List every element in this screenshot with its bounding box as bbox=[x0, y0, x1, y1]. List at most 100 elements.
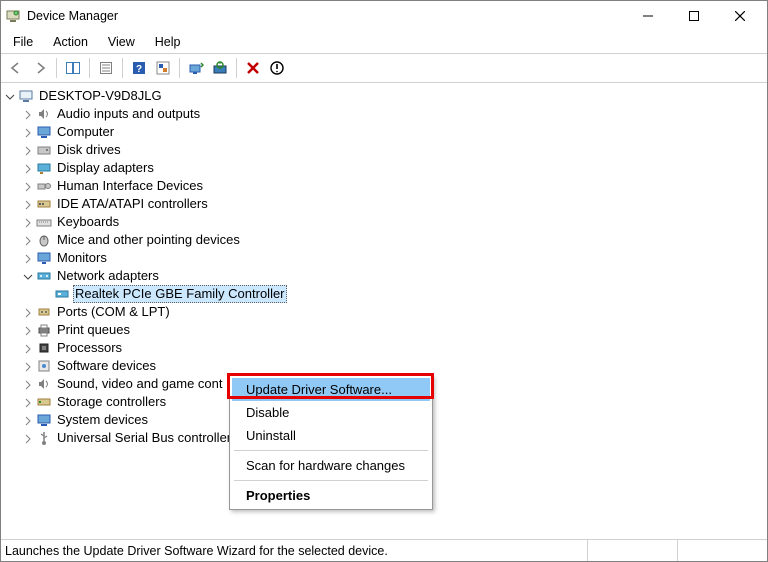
tree-item-label: Display adapters bbox=[55, 159, 156, 177]
ports-icon bbox=[36, 304, 52, 320]
disk-icon bbox=[36, 142, 52, 158]
window-controls bbox=[625, 1, 763, 31]
show-hidden-devices-button[interactable] bbox=[152, 57, 174, 79]
maximize-button[interactable] bbox=[671, 1, 717, 31]
show-hide-tree-button[interactable] bbox=[62, 57, 84, 79]
expand-icon[interactable] bbox=[21, 213, 35, 231]
tree-root[interactable]: DESKTOP-V9D8JLG bbox=[3, 87, 765, 105]
tree-item-ports[interactable]: Ports (COM & LPT) bbox=[3, 303, 765, 321]
tree-item-printqueues[interactable]: Print queues bbox=[3, 321, 765, 339]
tree-item-keyboards[interactable]: Keyboards bbox=[3, 213, 765, 231]
tree-item-ide[interactable]: IDE ATA/ATAPI controllers bbox=[3, 195, 765, 213]
tree-item-label: Keyboards bbox=[55, 213, 121, 231]
help-button[interactable]: ? bbox=[128, 57, 150, 79]
properties-button[interactable] bbox=[95, 57, 117, 79]
expand-icon[interactable] bbox=[21, 303, 35, 321]
tree-item-label: Monitors bbox=[55, 249, 109, 267]
tree-item-label: Computer bbox=[55, 123, 116, 141]
menu-file[interactable]: File bbox=[5, 33, 41, 51]
usb-icon bbox=[36, 430, 52, 446]
cpu-icon bbox=[36, 340, 52, 356]
tree-item-software-devices[interactable]: Software devices bbox=[3, 357, 765, 375]
statusbar-text: Launches the Update Driver Software Wiza… bbox=[1, 544, 587, 558]
storage-controller-icon bbox=[36, 394, 52, 410]
device-tree-pane[interactable]: DESKTOP-V9D8JLG Audio inputs and outputs… bbox=[1, 83, 767, 539]
context-menu-properties[interactable]: Properties bbox=[232, 484, 430, 507]
statusbar-pane bbox=[587, 540, 677, 561]
svg-text:?: ? bbox=[136, 64, 142, 75]
collapse-icon[interactable] bbox=[21, 267, 35, 285]
expand-icon[interactable] bbox=[21, 357, 35, 375]
software-icon bbox=[36, 358, 52, 374]
expand-icon[interactable] bbox=[21, 339, 35, 357]
expand-icon[interactable] bbox=[21, 375, 35, 393]
printer-icon bbox=[36, 322, 52, 338]
expand-icon[interactable] bbox=[21, 105, 35, 123]
menubar: File Action View Help bbox=[1, 31, 767, 53]
tree-item-label: Storage controllers bbox=[55, 393, 168, 411]
context-menu-update-driver[interactable]: Update Driver Software... bbox=[232, 378, 430, 401]
close-button[interactable] bbox=[717, 1, 763, 31]
context-menu: Update Driver Software... Disable Uninst… bbox=[229, 375, 433, 510]
ide-icon bbox=[36, 196, 52, 212]
computer-icon bbox=[36, 124, 52, 140]
scan-hardware-button[interactable] bbox=[209, 57, 231, 79]
expand-icon[interactable] bbox=[21, 123, 35, 141]
titlebar: Device Manager bbox=[1, 1, 767, 31]
expand-icon[interactable] bbox=[21, 177, 35, 195]
toolbar-separator bbox=[89, 58, 90, 78]
tree-item-mice[interactable]: Mice and other pointing devices bbox=[3, 231, 765, 249]
system-icon bbox=[36, 412, 52, 428]
toolbar-separator bbox=[122, 58, 123, 78]
expand-icon[interactable] bbox=[21, 159, 35, 177]
context-menu-disable[interactable]: Disable bbox=[232, 401, 430, 424]
tree-item-label: IDE ATA/ATAPI controllers bbox=[55, 195, 210, 213]
disable-button[interactable] bbox=[266, 57, 288, 79]
statusbar: Launches the Update Driver Software Wiza… bbox=[1, 539, 767, 561]
expand-icon[interactable] bbox=[21, 141, 35, 159]
uninstall-button[interactable] bbox=[242, 57, 264, 79]
tree-item-label: Universal Serial Bus controllers bbox=[55, 429, 240, 447]
minimize-button[interactable] bbox=[625, 1, 671, 31]
back-button[interactable] bbox=[5, 57, 27, 79]
toolbar: ? bbox=[1, 54, 767, 82]
tree-item-display[interactable]: Display adapters bbox=[3, 159, 765, 177]
tree-item-processors[interactable]: Processors bbox=[3, 339, 765, 357]
device-manager-window: Device Manager File Action View Help ? bbox=[0, 0, 768, 562]
tree-item-label: Network adapters bbox=[55, 267, 161, 285]
tree-item-label: Sound, video and game cont bbox=[55, 375, 225, 393]
tree-item-realtek[interactable]: Realtek PCIe GBE Family Controller bbox=[3, 285, 765, 303]
toolbar-separator bbox=[179, 58, 180, 78]
tree-item-label: Print queues bbox=[55, 321, 132, 339]
context-menu-uninstall[interactable]: Uninstall bbox=[232, 424, 430, 447]
tree-item-monitors[interactable]: Monitors bbox=[3, 249, 765, 267]
tree-root-label: DESKTOP-V9D8JLG bbox=[37, 87, 164, 105]
collapse-icon[interactable] bbox=[3, 87, 17, 105]
menu-help[interactable]: Help bbox=[147, 33, 189, 51]
expand-icon[interactable] bbox=[21, 429, 35, 447]
network-adapter-icon bbox=[54, 286, 70, 302]
update-driver-button[interactable] bbox=[185, 57, 207, 79]
computer-icon bbox=[18, 88, 34, 104]
tree-item-disk[interactable]: Disk drives bbox=[3, 141, 765, 159]
expand-icon[interactable] bbox=[21, 393, 35, 411]
tree-item-label: System devices bbox=[55, 411, 150, 429]
tree-item-computer[interactable]: Computer bbox=[3, 123, 765, 141]
tree-item-label: Software devices bbox=[55, 357, 158, 375]
tree-item-audio[interactable]: Audio inputs and outputs bbox=[3, 105, 765, 123]
expand-icon[interactable] bbox=[21, 411, 35, 429]
context-menu-scan[interactable]: Scan for hardware changes bbox=[232, 454, 430, 477]
expand-icon[interactable] bbox=[21, 231, 35, 249]
menu-view[interactable]: View bbox=[100, 33, 143, 51]
menu-action[interactable]: Action bbox=[45, 33, 96, 51]
forward-button[interactable] bbox=[29, 57, 51, 79]
statusbar-pane bbox=[677, 540, 767, 561]
tree-item-label: Processors bbox=[55, 339, 124, 357]
monitor-icon bbox=[36, 250, 52, 266]
expand-icon[interactable] bbox=[21, 321, 35, 339]
tree-item-hid[interactable]: Human Interface Devices bbox=[3, 177, 765, 195]
tree-item-label: Mice and other pointing devices bbox=[55, 231, 242, 249]
expand-icon[interactable] bbox=[21, 195, 35, 213]
expand-icon[interactable] bbox=[21, 249, 35, 267]
tree-item-network[interactable]: Network adapters bbox=[3, 267, 765, 285]
